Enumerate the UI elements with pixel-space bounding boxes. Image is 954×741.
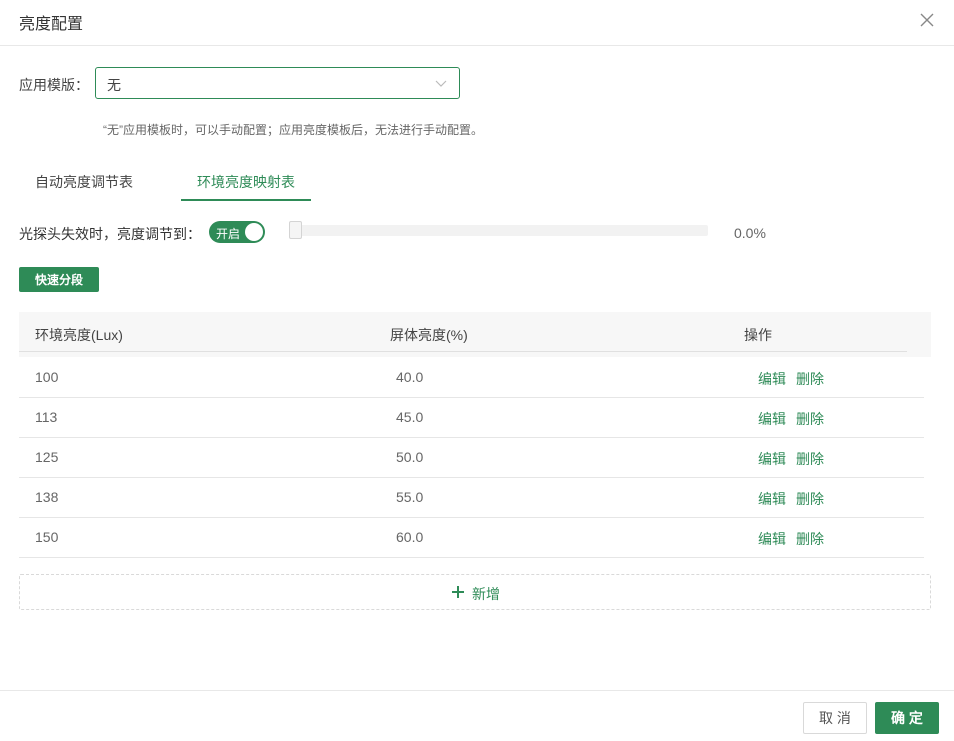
cell-lux: 150 xyxy=(35,529,59,545)
quick-segment-button[interactable]: 快速分段 xyxy=(19,267,99,292)
dialog-title: 亮度配置 xyxy=(19,16,84,33)
toggle-knob xyxy=(245,223,263,241)
confirm-button[interactable]: 确 定 xyxy=(875,702,939,734)
brightness-slider-handle[interactable] xyxy=(289,221,302,239)
header-env-brightness: 环境亮度(Lux) xyxy=(35,327,123,343)
header-actions: 操作 xyxy=(744,327,772,343)
edit-link[interactable]: 编辑 xyxy=(758,449,786,469)
cell-lux: 138 xyxy=(35,489,59,505)
cell-screen: 40.0 xyxy=(396,369,424,385)
table-row: 100 40.0 编辑 删除 xyxy=(19,358,924,398)
active-tab-indicator xyxy=(181,199,311,201)
brightness-slider-track[interactable] xyxy=(289,225,708,236)
cell-screen: 55.0 xyxy=(396,489,424,505)
cell-lux: 125 xyxy=(35,449,59,465)
footer-divider xyxy=(0,690,954,691)
table-row: 113 45.0 编辑 删除 xyxy=(19,398,924,438)
add-row-label: 新增 xyxy=(472,586,500,602)
edit-link[interactable]: 编辑 xyxy=(758,409,786,429)
edit-link[interactable]: 编辑 xyxy=(758,489,786,509)
table-row: 125 50.0 编辑 删除 xyxy=(19,438,924,478)
table-header-divider xyxy=(19,351,907,352)
cell-screen: 50.0 xyxy=(396,449,424,465)
sensor-fail-toggle[interactable]: 开启 xyxy=(209,221,265,243)
template-select[interactable]: 无 xyxy=(95,67,460,99)
chevron-down-icon xyxy=(435,80,447,87)
plus-icon xyxy=(452,586,464,598)
template-select-value: 无 xyxy=(107,77,121,93)
tab-env-brightness-map[interactable]: 环境亮度映射表 xyxy=(197,172,295,192)
cancel-button[interactable]: 取 消 xyxy=(803,702,867,734)
header-screen-brightness: 屏体亮度(%) xyxy=(390,327,468,343)
delete-link[interactable]: 删除 xyxy=(796,449,824,469)
delete-link[interactable]: 删除 xyxy=(796,409,824,429)
brightness-slider-value: 0.0% xyxy=(734,225,766,241)
cell-screen: 45.0 xyxy=(396,409,424,425)
add-row-button[interactable]: 新增 xyxy=(19,574,931,610)
table-row: 138 55.0 编辑 删除 xyxy=(19,478,924,518)
cell-lux: 113 xyxy=(35,409,58,425)
table-row: 150 60.0 编辑 删除 xyxy=(19,518,924,558)
edit-link[interactable]: 编辑 xyxy=(758,369,786,389)
sensor-fail-label: 光探头失效时，亮度调节到： xyxy=(19,226,201,242)
dialog-header: 亮度配置 xyxy=(0,0,954,46)
close-icon[interactable] xyxy=(918,11,936,29)
delete-link[interactable]: 删除 xyxy=(796,529,824,549)
toggle-label: 开启 xyxy=(216,227,241,241)
cell-screen: 60.0 xyxy=(396,529,424,545)
edit-link[interactable]: 编辑 xyxy=(758,529,786,549)
tab-auto-brightness[interactable]: 自动亮度调节表 xyxy=(35,172,133,192)
delete-link[interactable]: 删除 xyxy=(796,369,824,389)
delete-link[interactable]: 删除 xyxy=(796,489,824,509)
template-hint: “无”应用模板时，可以手动配置；应用亮度模板后，无法进行手动配置。 xyxy=(103,123,483,137)
cell-lux: 100 xyxy=(35,369,59,385)
template-label: 应用模版： xyxy=(19,77,89,93)
